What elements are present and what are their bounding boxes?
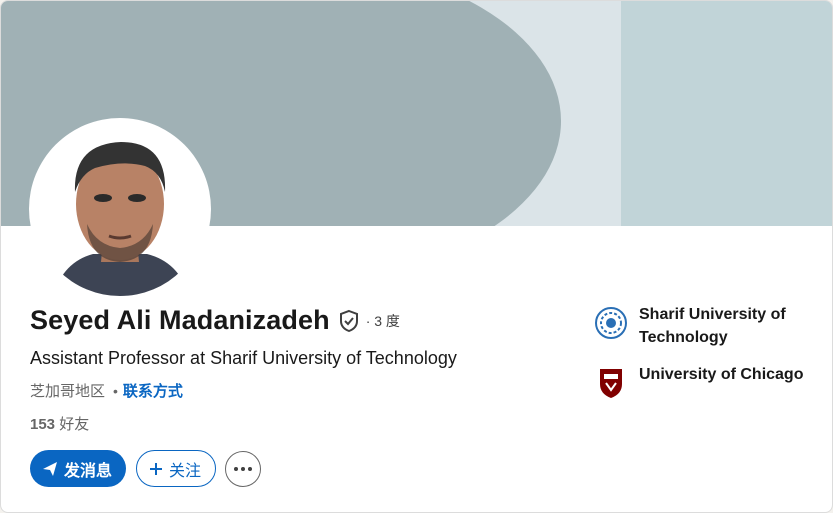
profile-name: Seyed Ali Madanizadeh — [30, 305, 330, 335]
sharif-logo-icon — [595, 307, 627, 339]
separator-dot: • — [113, 382, 118, 399]
uchicago-logo-icon — [600, 369, 622, 398]
more-options-button[interactable] — [225, 450, 262, 487]
org-item-uchicago[interactable]: University of Chicago — [594, 363, 824, 400]
more-dot — [248, 466, 253, 471]
avatar[interactable] — [29, 118, 211, 300]
connection-degree: · 3 度 — [365, 312, 400, 329]
message-button-label: 发消息 — [64, 462, 113, 480]
connections-label: 好友 — [59, 416, 90, 433]
profile-location: 芝加哥地区 — [30, 383, 106, 400]
contact-info-link[interactable]: 联系方式 — [123, 380, 183, 401]
profile-card: Seyed Ali Madanizadeh · 3 度 Assistant Pr… — [0, 0, 833, 513]
org-name: Sharif University of Technology — [639, 306, 786, 346]
message-button[interactable]: 发消息 — [30, 450, 127, 487]
avatar-photo — [33, 122, 207, 296]
org-item-sharif[interactable]: Sharif University of Technology — [594, 303, 824, 349]
plus-icon — [150, 462, 163, 475]
connections-count[interactable]: 153 好友 — [30, 413, 89, 434]
verified-shield-icon[interactable] — [338, 309, 360, 333]
location-row: 芝加哥地区 • 联系方式 — [30, 380, 183, 401]
profile-actions: 发消息 关注 — [30, 450, 262, 487]
follow-button[interactable]: 关注 — [136, 450, 217, 487]
connections-number: 153 — [30, 416, 56, 433]
send-icon — [43, 461, 57, 476]
organizations-list: Sharif University of Technology Universi… — [594, 303, 824, 414]
banner-strip — [621, 1, 832, 226]
more-dot — [234, 466, 239, 471]
more-dot — [241, 466, 246, 471]
org-name: University of Chicago — [639, 366, 804, 383]
follow-button-label: 关注 — [169, 462, 202, 480]
profile-headline: Assistant Professor at Sharif University… — [30, 348, 457, 368]
name-row: Seyed Ali Madanizadeh · 3 度 — [30, 305, 400, 336]
